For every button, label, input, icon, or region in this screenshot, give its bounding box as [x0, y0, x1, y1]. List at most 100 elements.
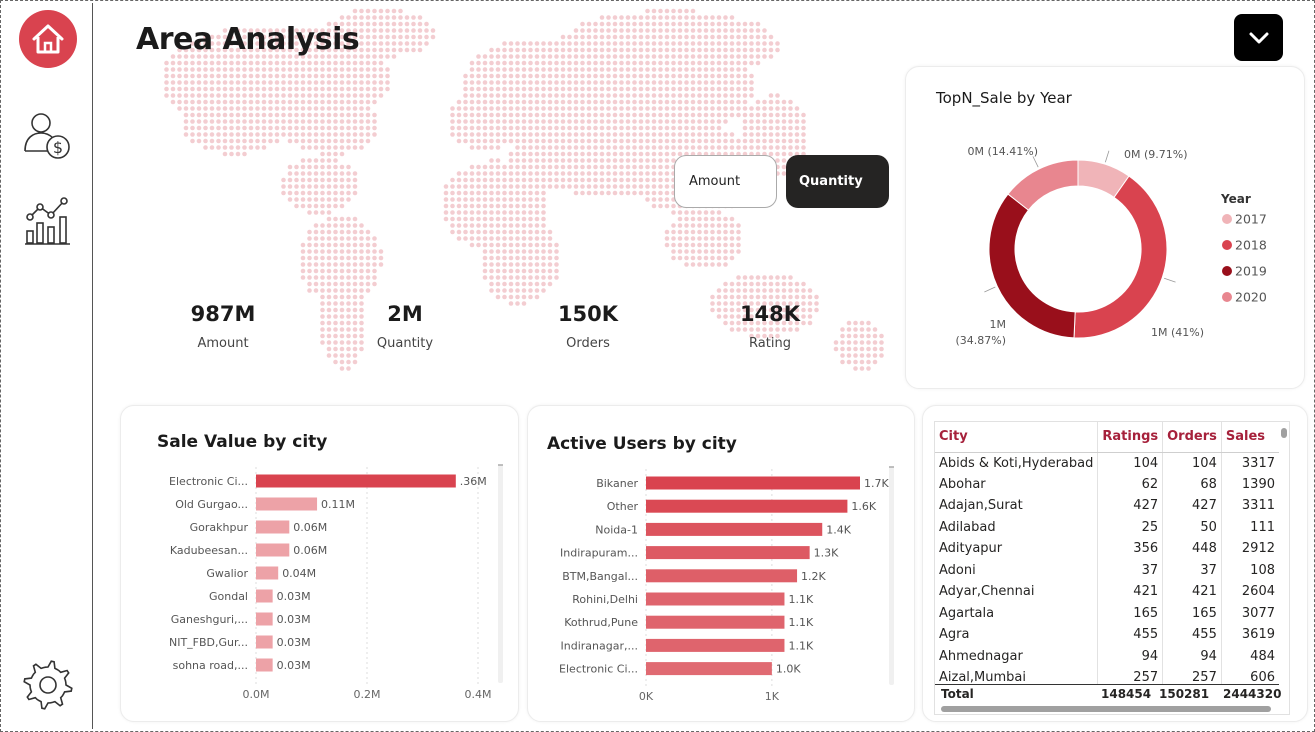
map-dot: [612, 54, 618, 59]
map-dot: [638, 184, 644, 189]
column-header-ratings[interactable]: Ratings: [1097, 422, 1164, 453]
map-dot: [599, 60, 605, 66]
table-row[interactable]: Agra 455 455 3619: [935, 624, 1279, 646]
horizontal-scrollbar[interactable]: [941, 706, 1271, 712]
column-header-sales[interactable]: Sales: [1221, 422, 1279, 453]
column-header-orders[interactable]: Orders: [1162, 422, 1222, 453]
nav-settings-button[interactable]: [18, 655, 78, 715]
bar[interactable]: [256, 635, 273, 649]
chart-scrollbar[interactable]: [498, 465, 503, 683]
table-row[interactable]: Ahmednagar 94 94 484: [935, 645, 1279, 667]
map-dot: [593, 171, 598, 176]
vertical-scrollbar[interactable]: [1281, 428, 1287, 438]
table-row[interactable]: Adyar,Chennai 421 421 2604: [935, 581, 1279, 603]
table-row[interactable]: Agartala 165 165 3077: [935, 602, 1279, 624]
map-dot: [599, 145, 605, 150]
amount-toggle-button[interactable]: Amount: [674, 155, 777, 208]
map-dot: [313, 80, 319, 85]
map-dot: [749, 281, 754, 287]
map-dot: [632, 190, 637, 196]
legend-item[interactable]: 2020: [1235, 290, 1267, 305]
legend-item[interactable]: 2018: [1235, 238, 1267, 253]
map-dot: [365, 41, 371, 46]
map-dot: [235, 138, 241, 144]
bar[interactable]: [256, 497, 318, 511]
bar[interactable]: [646, 638, 785, 652]
table-row[interactable]: Adoni 37 37 108: [935, 559, 1279, 581]
map-dot: [541, 262, 546, 267]
filter-dropdown-button[interactable]: [1234, 14, 1283, 61]
bar[interactable]: [646, 499, 848, 513]
donut-slice-2020[interactable]: [1007, 159, 1079, 211]
bar[interactable]: [256, 612, 273, 626]
map-dot: [489, 119, 494, 124]
map-dot: [664, 106, 670, 111]
map-dot: [385, 80, 390, 85]
nav-analytics-button[interactable]: [18, 191, 78, 251]
table-row[interactable]: Abids & Koti,Hyderabad 104 104 3317: [935, 452, 1279, 474]
map-dot: [729, 47, 735, 53]
map-dot: [326, 281, 332, 287]
map-dot: [625, 145, 631, 150]
map-dot: [762, 294, 767, 300]
bar[interactable]: [646, 522, 823, 536]
nav-home-button[interactable]: [18, 9, 78, 69]
map-dot: [671, 132, 676, 137]
map-dot: [281, 73, 286, 79]
column-header-city[interactable]: City: [935, 422, 1099, 453]
map-dot: [541, 119, 546, 124]
map-dot: [502, 210, 507, 215]
map-dot: [541, 99, 546, 105]
nav-finance-button[interactable]: $: [18, 105, 78, 165]
bar[interactable]: [646, 476, 860, 490]
bar[interactable]: [256, 658, 273, 672]
table-row[interactable]: Adityapur 356 448 2912: [935, 538, 1279, 560]
map-dot: [495, 216, 501, 222]
map-dot: [482, 93, 488, 98]
donut-slice-2019[interactable]: [988, 193, 1076, 339]
map-dot: [450, 223, 455, 228]
bar[interactable]: [256, 474, 456, 488]
bar[interactable]: [256, 520, 290, 534]
map-dot: [495, 171, 501, 176]
map-dot: [261, 138, 267, 144]
map-dot: [222, 106, 228, 111]
bar[interactable]: [646, 592, 785, 606]
donut-slice-2018[interactable]: [1073, 175, 1168, 339]
bar[interactable]: [256, 566, 279, 580]
map-dot: [307, 255, 312, 261]
bar[interactable]: [256, 543, 290, 557]
map-dot: [521, 99, 527, 105]
map-dot: [281, 190, 286, 196]
map-dot: [281, 67, 286, 72]
map-dot: [762, 28, 767, 33]
map-dot: [560, 34, 566, 40]
map-dot: [359, 255, 364, 261]
bar[interactable]: [646, 546, 810, 560]
map-dot: [326, 197, 332, 202]
bar[interactable]: [646, 569, 798, 583]
map-dot: [476, 60, 481, 66]
map-dot: [326, 112, 332, 118]
chart-scrollbar[interactable]: [889, 467, 894, 685]
map-dot: [339, 60, 345, 66]
map-dot: [599, 164, 605, 170]
bar[interactable]: [646, 615, 785, 629]
map-dot: [866, 320, 871, 326]
bar[interactable]: [256, 589, 273, 603]
table-row[interactable]: Adajan,Surat 427 427 3311: [935, 495, 1279, 517]
legend-item[interactable]: 2017: [1235, 212, 1267, 227]
map-dot: [567, 125, 572, 131]
quantity-toggle-button[interactable]: Quantity: [786, 155, 889, 208]
map-dot: [502, 138, 507, 144]
legend-item[interactable]: 2019: [1235, 264, 1267, 279]
map-dot: [658, 203, 663, 209]
map-dot: [703, 47, 709, 53]
bar[interactable]: [646, 662, 772, 676]
map-dot: [768, 34, 774, 40]
table-row[interactable]: Abohar 62 68 1390: [935, 473, 1279, 495]
table-row[interactable]: Adilabad 25 50 111: [935, 516, 1279, 538]
map-dot: [690, 229, 696, 235]
map-dot: [528, 80, 533, 85]
map-dot: [742, 145, 748, 150]
